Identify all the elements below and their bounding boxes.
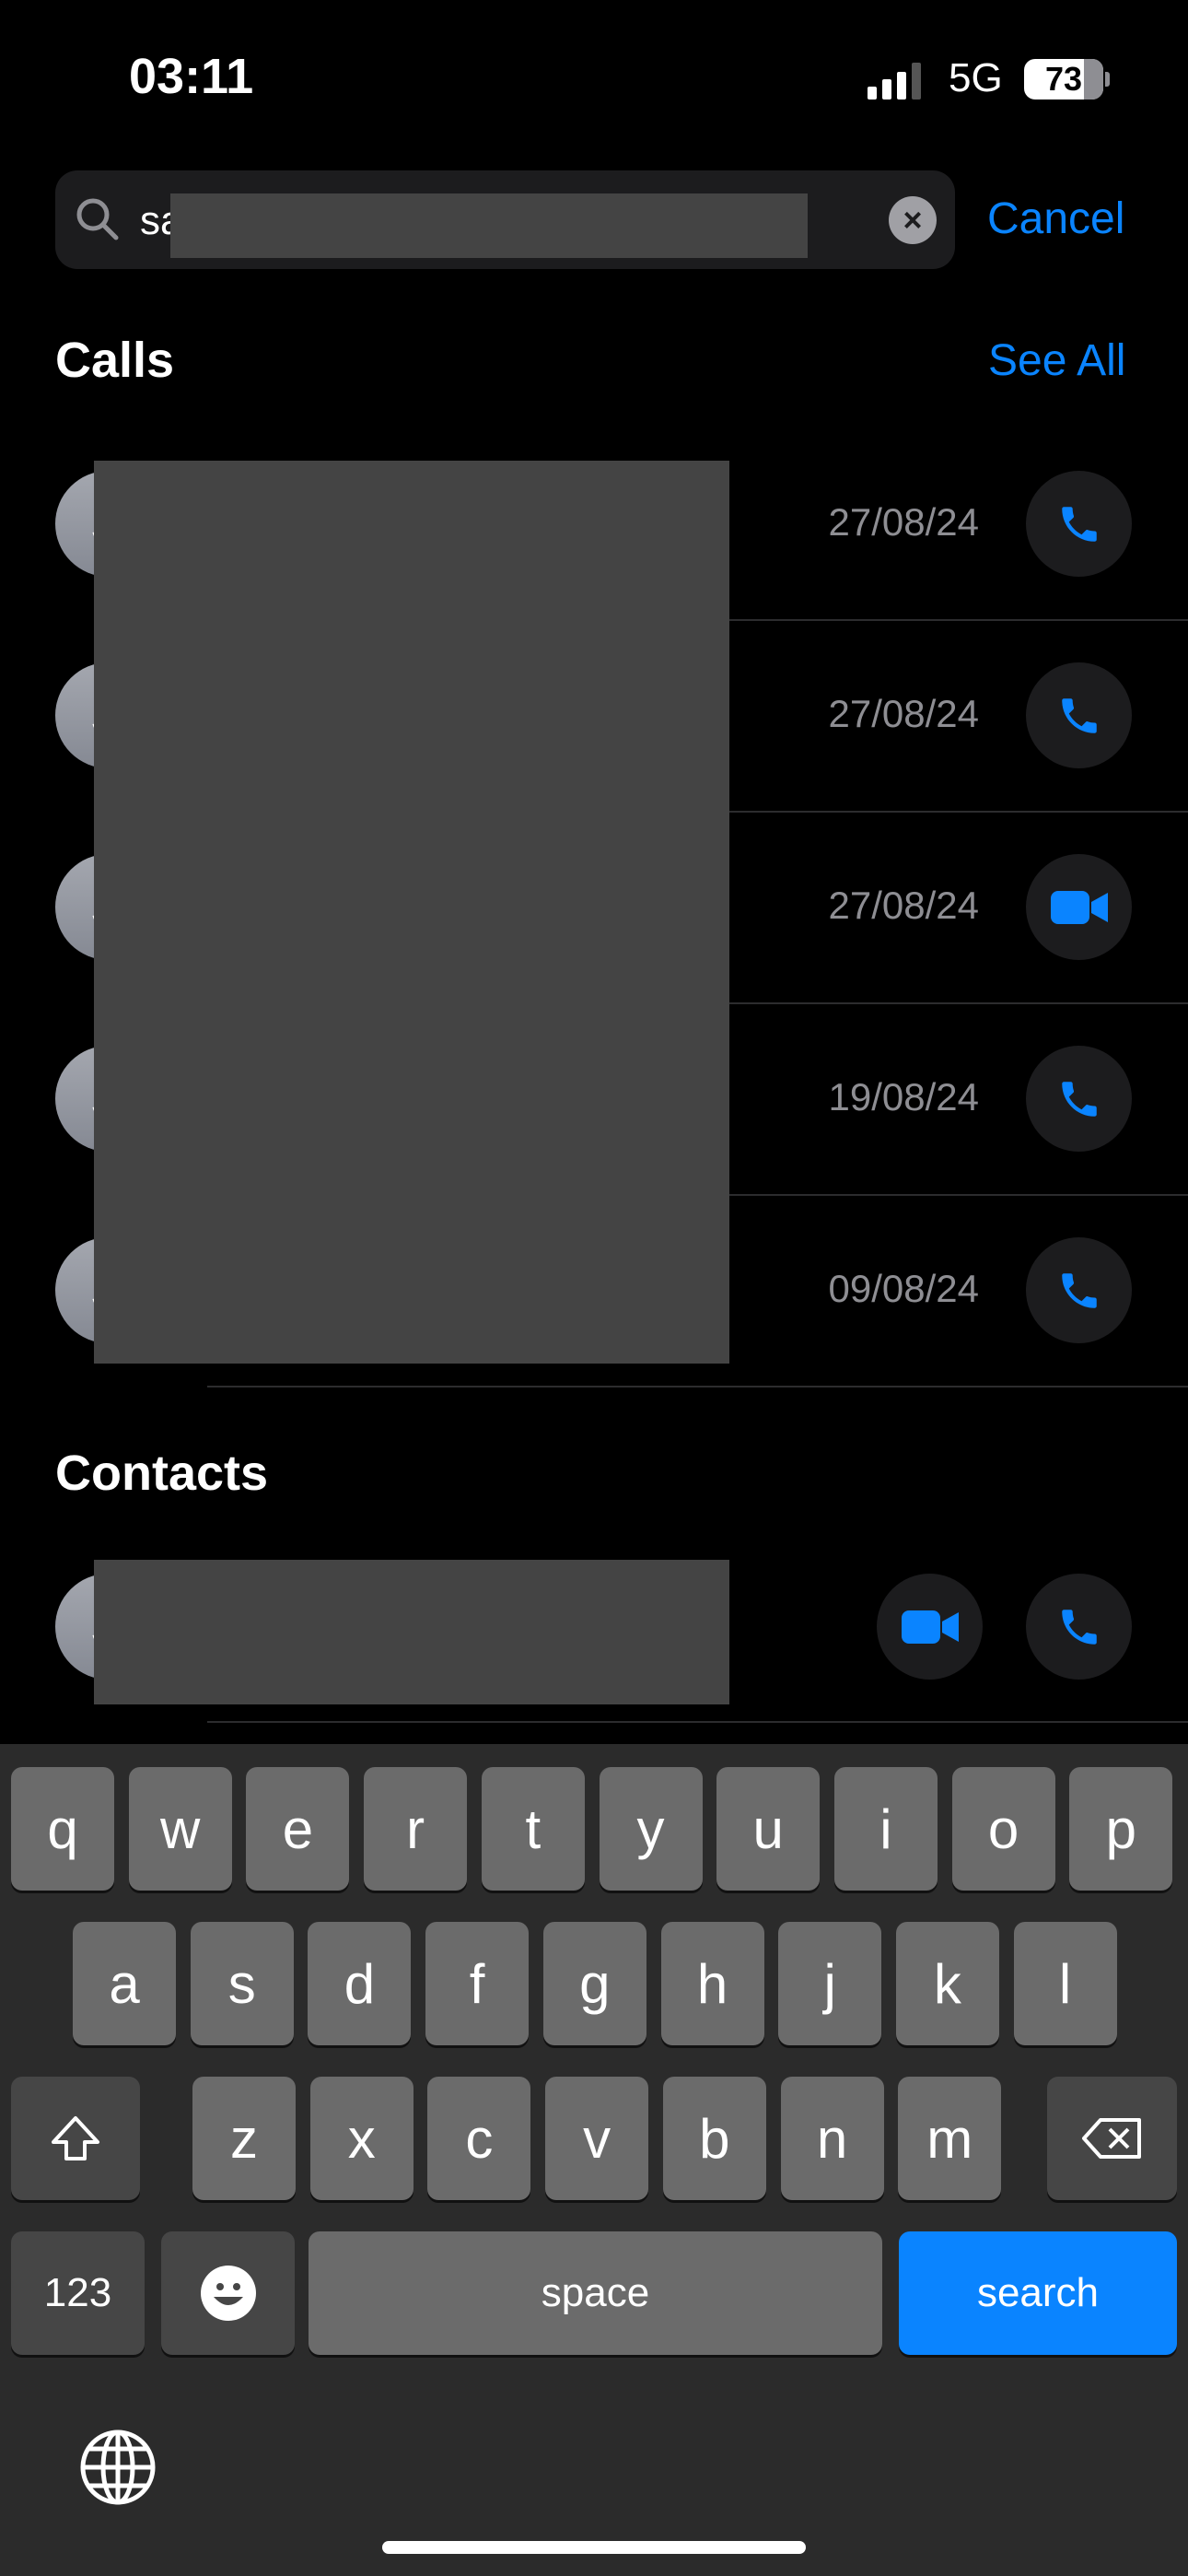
call-date: 19/08/24	[828, 1075, 980, 1118]
video-call-button[interactable]	[877, 1574, 983, 1680]
clear-icon[interactable]: ×	[889, 196, 937, 244]
space-key[interactable]: space	[309, 2231, 882, 2355]
network-type: 5G	[949, 55, 1003, 100]
emoji-icon	[200, 2266, 256, 2321]
status-time: 03:11	[129, 49, 254, 104]
divider	[207, 1721, 1188, 1723]
calls-heading: Calls	[55, 333, 175, 388]
key-h[interactable]: h	[660, 1922, 764, 2045]
key-w[interactable]: w	[128, 1767, 232, 1891]
key-k[interactable]: k	[895, 1922, 999, 2045]
key-i[interactable]: i	[833, 1767, 938, 1891]
battery-nub	[1105, 72, 1110, 87]
key-s[interactable]: s	[190, 1922, 294, 2045]
call-button[interactable]	[1026, 1574, 1132, 1680]
phone-icon	[1061, 1272, 1097, 1308]
call-button[interactable]	[1026, 1046, 1132, 1152]
call-button[interactable]	[1026, 471, 1132, 577]
video-icon	[901, 1610, 959, 1644]
battery-icon: 73	[1024, 59, 1103, 100]
key-y[interactable]: y	[599, 1767, 703, 1891]
key-g[interactable]: g	[542, 1922, 646, 2045]
key-z[interactable]: z	[192, 2077, 296, 2200]
video-icon	[1050, 890, 1108, 924]
phone-icon	[1061, 697, 1097, 733]
key-t[interactable]: t	[481, 1767, 585, 1891]
key-d[interactable]: d	[308, 1922, 412, 2045]
key-c[interactable]: c	[427, 2077, 531, 2200]
redacted-block	[170, 193, 808, 258]
key-m[interactable]: m	[898, 2077, 1002, 2200]
key-v[interactable]: v	[545, 2077, 649, 2200]
contacts-heading: Contacts	[55, 1446, 269, 1501]
search-icon	[76, 198, 119, 240]
key-q[interactable]: q	[11, 1767, 114, 1891]
divider	[207, 1386, 1188, 1388]
key-l[interactable]: l	[1013, 1922, 1117, 2045]
call-button[interactable]	[1026, 1237, 1132, 1343]
battery-level: 73	[1044, 60, 1083, 98]
shift-icon	[52, 2116, 99, 2160]
key-a[interactable]: a	[73, 1922, 176, 2045]
redacted-block	[94, 461, 729, 1364]
key-r[interactable]: r	[364, 1767, 468, 1891]
see-all-button[interactable]: See All	[988, 335, 1125, 386]
key-f[interactable]: f	[425, 1922, 530, 2045]
key-b[interactable]: b	[662, 2077, 766, 2200]
key-o[interactable]: o	[951, 1767, 1055, 1891]
call-date: 27/08/24	[828, 500, 980, 544]
key-u[interactable]: u	[716, 1767, 821, 1891]
call-date: 09/08/24	[828, 1267, 980, 1310]
delete-key[interactable]	[1047, 2077, 1177, 2200]
key-x[interactable]: x	[309, 2077, 413, 2200]
key-n[interactable]: n	[780, 2077, 884, 2200]
key-j[interactable]: j	[778, 1922, 882, 2045]
numbers-key[interactable]: 123	[11, 2231, 145, 2355]
phone-icon	[1061, 1081, 1097, 1117]
call-date: 27/08/24	[828, 692, 980, 735]
key-p[interactable]: p	[1069, 1767, 1173, 1891]
backspace-icon	[1081, 2118, 1141, 2159]
redacted-block	[94, 1560, 729, 1704]
globe-icon[interactable]	[79, 2429, 157, 2506]
call-button[interactable]	[1026, 662, 1132, 768]
cancel-button[interactable]: Cancel	[987, 193, 1124, 244]
signal-icon	[868, 63, 921, 100]
key-e[interactable]: e	[246, 1767, 350, 1891]
call-date: 27/08/24	[828, 884, 980, 927]
shift-key[interactable]	[11, 2077, 140, 2200]
video-call-button[interactable]	[1026, 854, 1132, 960]
home-indicator[interactable]	[382, 2541, 806, 2554]
phone-icon	[1061, 1609, 1097, 1645]
emoji-key[interactable]	[161, 2231, 295, 2355]
phone-icon	[1061, 506, 1097, 542]
search-key[interactable]: search	[899, 2231, 1177, 2355]
